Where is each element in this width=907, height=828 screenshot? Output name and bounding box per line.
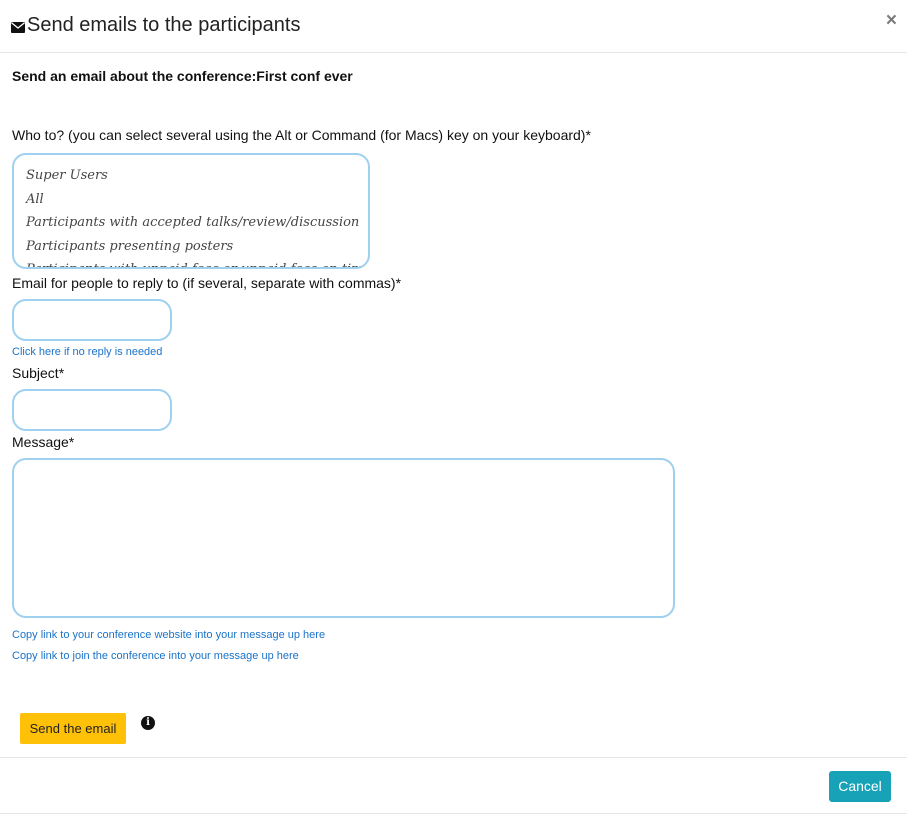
- no-reply-link[interactable]: Click here if no reply is needed: [12, 346, 162, 358]
- modal-footer: Cancel: [0, 757, 907, 814]
- recipient-option-all[interactable]: All: [26, 188, 356, 212]
- message-label: Message*: [12, 434, 75, 450]
- modal-title-text: Send emails to the participants: [27, 14, 301, 36]
- reply-to-input[interactable]: [12, 299, 172, 341]
- reply-to-label: Email for people to reply to (if several…: [12, 275, 402, 291]
- subject-label: Subject*: [12, 365, 65, 381]
- copy-join-link[interactable]: Copy link to join the conference into yo…: [12, 650, 299, 662]
- form-heading: Send an email about the conference:First…: [12, 68, 353, 84]
- copy-website-link[interactable]: Copy link to your conference website int…: [12, 629, 325, 641]
- recipients-label: Who to? (you can select several using th…: [12, 127, 591, 143]
- close-button[interactable]: ×: [886, 11, 897, 31]
- subject-input[interactable]: [12, 389, 172, 431]
- info-icon[interactable]: i: [141, 716, 155, 730]
- modal-header: Send emails to the participants ×: [0, 0, 907, 53]
- modal-title: Send emails to the participants: [11, 14, 301, 39]
- recipient-option-accepted-talks[interactable]: Participants with accepted talks/review/…: [26, 211, 359, 235]
- recipient-option-unpaid-fees[interactable]: Participants with unpaid fees or unpaid …: [26, 258, 368, 267]
- recipients-select[interactable]: Super Users All Participants with accept…: [12, 153, 370, 269]
- send-email-button[interactable]: Send the email: [20, 713, 126, 744]
- envelope-icon: [11, 16, 25, 39]
- recipient-option-super-users[interactable]: Super Users: [26, 164, 356, 188]
- message-textarea[interactable]: [12, 458, 675, 618]
- cancel-button[interactable]: Cancel: [829, 771, 891, 802]
- recipient-option-posters[interactable]: Participants presenting posters: [26, 235, 356, 259]
